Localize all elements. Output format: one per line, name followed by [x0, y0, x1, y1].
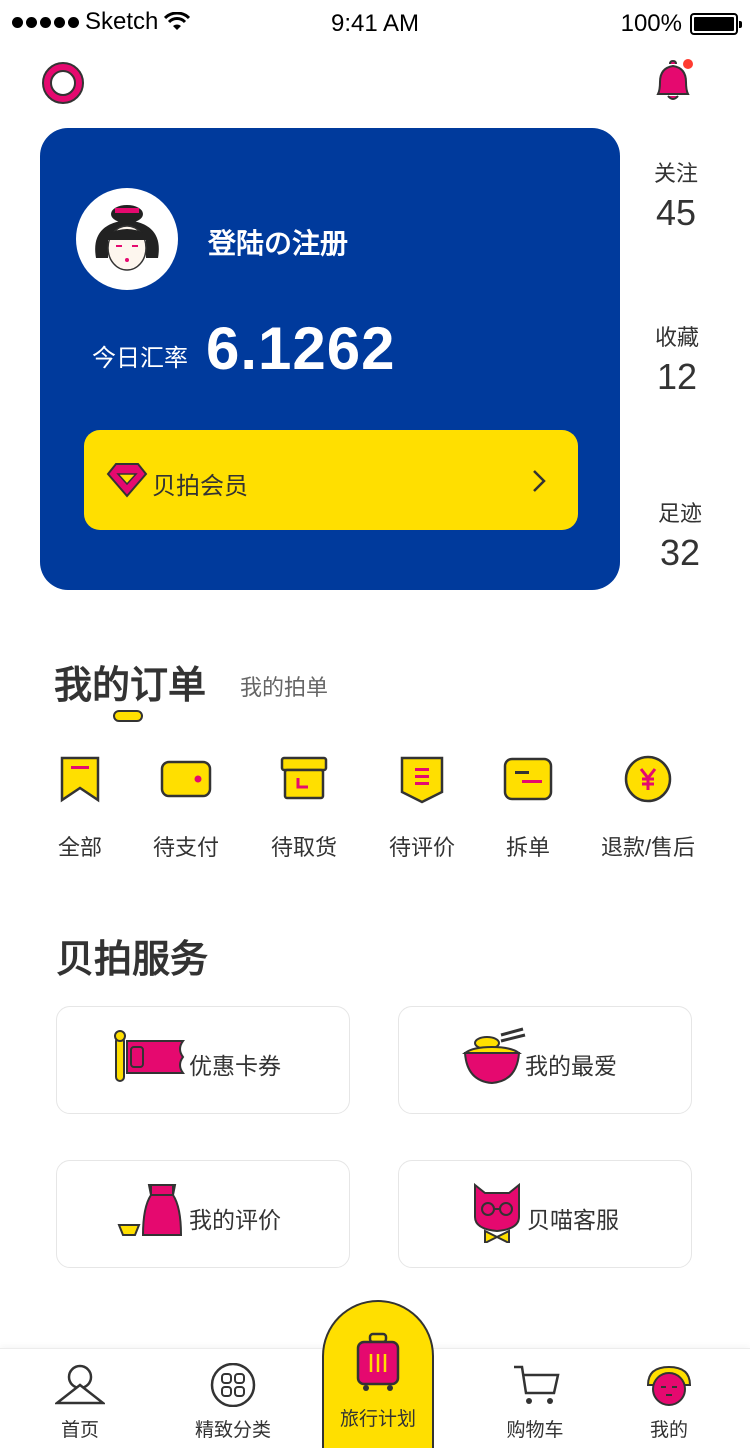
battery-status: 100% — [620, 10, 742, 38]
membership-button[interactable]: 贝拍会员 — [84, 430, 578, 530]
stat-value: 32 — [659, 532, 701, 573]
tab-categories[interactable]: 精致分类 — [178, 1349, 288, 1448]
tab-label: 首页 — [60, 1420, 99, 1441]
service-label: 我的最爱 — [525, 1053, 617, 1079]
login-register-link[interactable]: 登陆の注册 — [208, 222, 348, 262]
order-label: 待支付 — [152, 835, 219, 860]
suitcase-icon — [356, 1332, 400, 1391]
service-label: 贝喵客服 — [527, 1207, 619, 1233]
order-pending-pickup[interactable]: 待取货 — [264, 754, 344, 864]
profile-face-icon — [646, 1365, 692, 1406]
services-title: 贝拍服务 — [56, 939, 209, 981]
order-label: 待取货 — [270, 835, 337, 860]
tab-label: 精致分类 — [194, 1420, 271, 1441]
gem-icon — [106, 463, 148, 498]
active-tab-indicator — [113, 710, 143, 722]
cart-icon — [514, 1365, 560, 1404]
profile-card: 登陆の注册 今日汇率 6.1262 贝拍会员 — [40, 128, 620, 590]
category-icon — [210, 1363, 256, 1407]
order-pending-review[interactable]: 待评价 — [382, 754, 462, 864]
ring-icon[interactable] — [42, 62, 84, 104]
order-label: 拆单 — [505, 835, 550, 860]
bookmark-icon — [60, 756, 100, 803]
notification-dot — [683, 59, 693, 69]
order-label: 退款/售后 — [600, 835, 696, 860]
stat-label: 关注 — [653, 161, 698, 186]
stat-label: 收藏 — [654, 325, 699, 350]
tab-mine[interactable]: 我的 — [614, 1349, 724, 1448]
order-label: 待评价 — [388, 835, 455, 860]
service-favorites[interactable]: 我的最爱 — [398, 1006, 692, 1114]
service-label: 优惠卡券 — [189, 1053, 281, 1079]
order-pending-payment[interactable]: 待支付 — [146, 754, 226, 864]
stat-value: 12 — [656, 356, 698, 397]
order-split[interactable]: 拆单 — [496, 754, 560, 864]
exchange-rate-label: 今日汇率 — [92, 345, 188, 372]
service-coupons[interactable]: 优惠卡券 — [56, 1006, 350, 1114]
home-mountain-icon — [55, 1364, 105, 1405]
stat-history[interactable]: 足迹 32 — [645, 496, 715, 574]
review-icon — [400, 756, 444, 804]
bell-icon[interactable] — [650, 58, 696, 104]
battery-icon — [690, 13, 742, 35]
service-my-reviews[interactable]: 我的评价 — [56, 1160, 350, 1268]
order-all[interactable]: 全部 — [46, 754, 114, 864]
tab-cart[interactable]: 购物车 — [480, 1349, 590, 1448]
tab-label: 购物车 — [506, 1420, 564, 1441]
stat-label: 足迹 — [657, 501, 702, 526]
coupon-icon — [114, 1030, 185, 1082]
tab-travel-plan[interactable]: 旅行计划 — [322, 1300, 434, 1448]
battery-percent: 100% — [620, 10, 682, 37]
order-label: 全部 — [57, 835, 102, 860]
exchange-rate-value: 6.1262 — [206, 315, 396, 382]
tab-my-auctions[interactable]: 我的拍单 — [240, 670, 328, 702]
order-refund-aftersales[interactable]: 退款/售后 — [592, 754, 704, 864]
yen-icon — [624, 755, 672, 803]
tab-label: 我的 — [649, 1420, 688, 1441]
membership-label: 贝拍会员 — [152, 473, 248, 500]
stat-following[interactable]: 关注 45 — [641, 156, 711, 234]
stat-favorites[interactable]: 收藏 12 — [642, 320, 712, 398]
status-bar: Sketch 9:41 AM 100% — [0, 0, 750, 44]
tab-home[interactable]: 首页 — [25, 1349, 135, 1448]
stat-value: 45 — [655, 192, 697, 233]
tab-my-orders[interactable]: 我的订单 — [54, 654, 206, 709]
split-icon — [503, 757, 553, 801]
chevron-right-icon — [533, 470, 546, 492]
box-icon — [280, 756, 328, 800]
sake-icon — [117, 1184, 183, 1236]
avatar[interactable] — [76, 188, 178, 290]
tab-label: 旅行计划 — [339, 1409, 416, 1430]
service-customer-support[interactable]: 贝喵客服 — [398, 1160, 692, 1268]
geisha-avatar-icon — [95, 205, 159, 271]
wallet-icon — [160, 760, 212, 798]
service-label: 我的评价 — [189, 1207, 281, 1233]
